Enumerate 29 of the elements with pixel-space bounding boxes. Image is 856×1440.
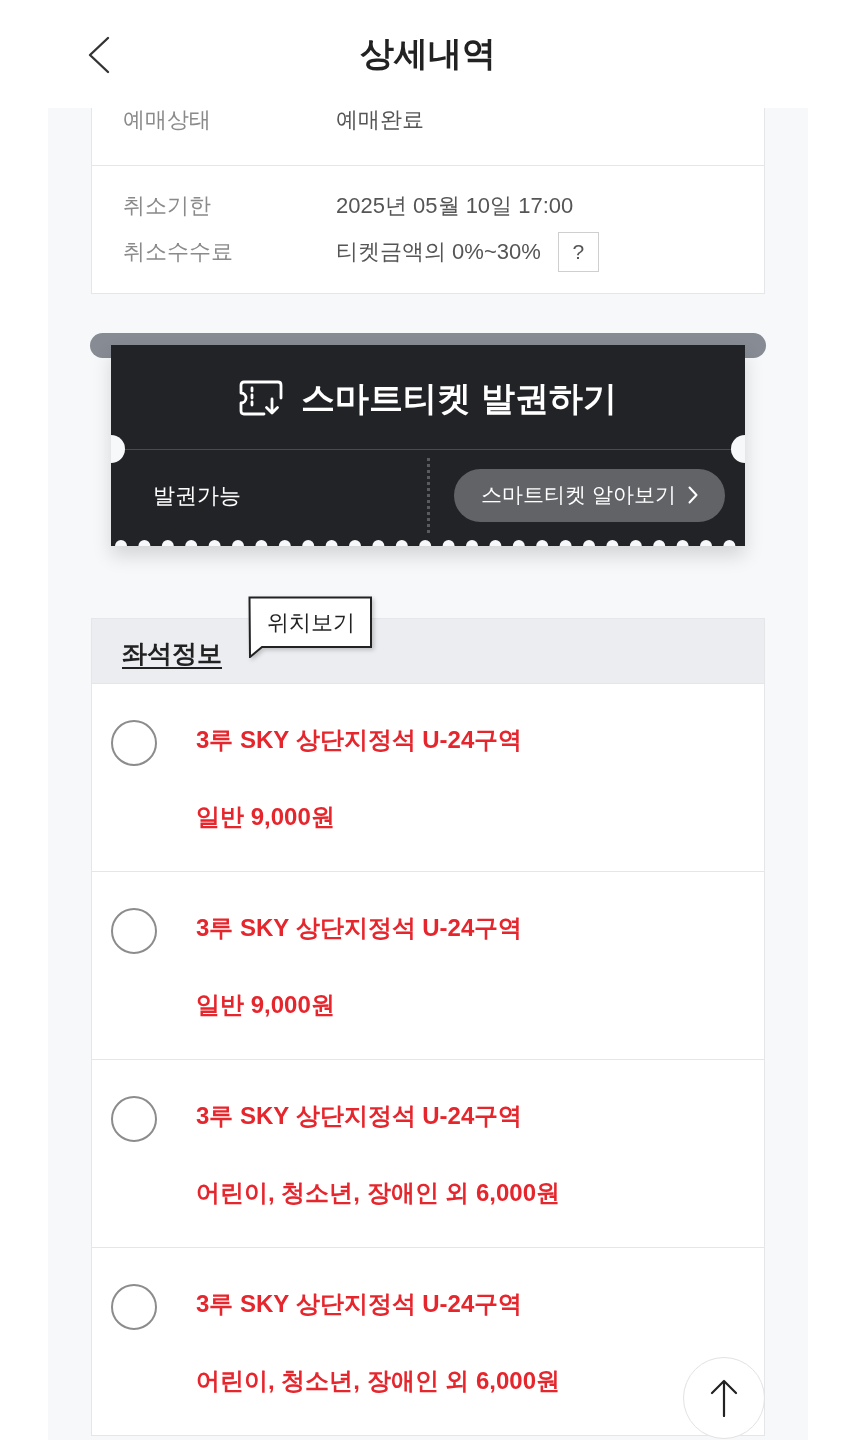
radio-button[interactable] [111, 720, 157, 766]
seat-price: 일반 9,000원 [196, 990, 336, 1020]
info-label: 예매상태 [123, 108, 212, 132]
radio-button[interactable] [111, 1284, 157, 1330]
info-label: 취소기한 [123, 194, 212, 218]
seat-section: 3루 SKY 상단지정석 U-24구역 [196, 725, 523, 755]
info-value: 2025년 05월 10일 17:00 [336, 194, 574, 218]
smart-ticket-title[interactable]: 스마트티켓 발권하기 [301, 378, 617, 418]
info-label: 취소수수료 [123, 240, 234, 264]
back-icon[interactable] [86, 36, 112, 74]
ticket-download-icon [239, 380, 284, 416]
seat-price: 일반 9,000원 [196, 802, 336, 832]
issue-status: 발권가능 [153, 483, 241, 508]
radio-button[interactable] [111, 1096, 157, 1142]
seat-price: 어린이, 청소년, 장애인 외 6,000원 [196, 1366, 561, 1396]
seat-section: 3루 SKY 상단지정석 U-24구역 [196, 1289, 561, 1319]
seat-price: 어린이, 청소년, 장애인 외 6,000원 [196, 1178, 561, 1208]
seat-section: 3루 SKY 상단지정석 U-24구역 [196, 913, 523, 943]
radio-button[interactable] [111, 908, 157, 954]
arrow-up-icon [709, 1379, 739, 1417]
info-value: 티켓금액의 0%~30% [336, 240, 541, 264]
section-title: 좌석정보 [122, 638, 222, 668]
help-button[interactable]: ? [557, 232, 599, 272]
seat-section: 3루 SKY 상단지정석 U-24구역 [196, 1101, 561, 1131]
info-value: 예매완료 [336, 108, 424, 132]
smart-ticket-guide-button[interactable]: 스마트티켓 알아보기 [454, 468, 725, 522]
location-tooltip-button[interactable]: 위치보기 [248, 596, 373, 658]
chevron-right-icon [687, 486, 698, 504]
page-title: 상세내역 [360, 33, 496, 73]
